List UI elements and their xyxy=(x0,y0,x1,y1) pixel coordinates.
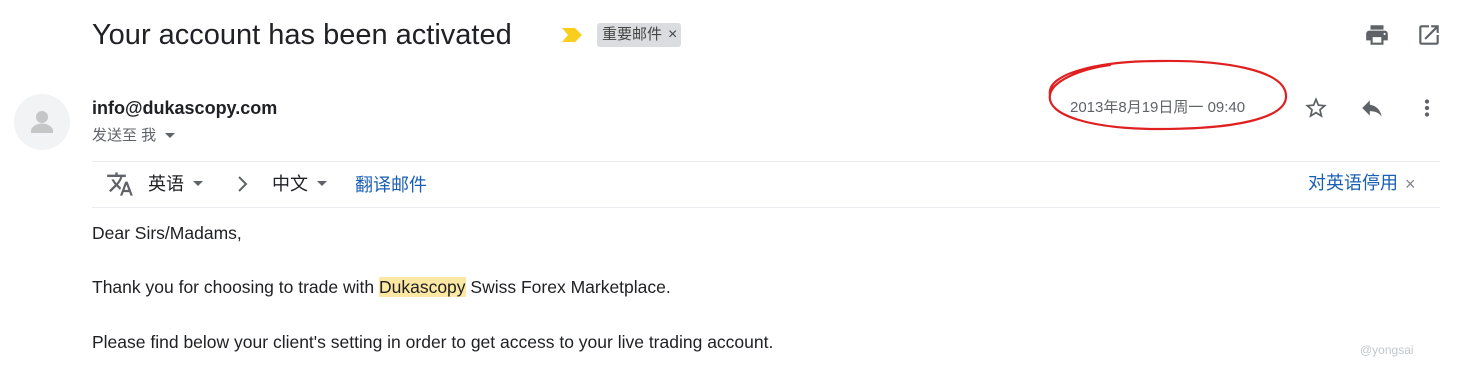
translate-icon xyxy=(107,172,133,196)
watermark: @yongsai xyxy=(1360,343,1414,357)
translate-message-link[interactable]: 翻译邮件 xyxy=(355,173,427,197)
print-icon[interactable] xyxy=(1364,22,1390,48)
body-paragraph-2: Please find below your client's setting … xyxy=(92,332,774,352)
recipient-details-toggle[interactable]: 发送至 我 xyxy=(92,125,176,147)
email-date: 2013年8月19日周一 09:40 xyxy=(1070,99,1246,116)
red-annotation-circle xyxy=(1048,59,1288,131)
chevron-down-icon xyxy=(165,133,176,138)
target-language-select[interactable]: 中文 xyxy=(272,172,328,196)
label-chip-text: 重要邮件 xyxy=(602,26,663,43)
source-language-label: 英语 xyxy=(148,174,184,194)
reply-icon[interactable] xyxy=(1359,95,1385,121)
avatar[interactable] xyxy=(14,94,70,150)
label-chip-important: 重要邮件 × xyxy=(597,23,682,47)
source-language-select[interactable]: 英语 xyxy=(148,172,204,196)
star-icon[interactable] xyxy=(1303,95,1329,121)
avatar-icon xyxy=(31,111,53,133)
open-in-new-window-icon[interactable] xyxy=(1416,22,1442,48)
close-translate-bar-button[interactable]: × xyxy=(1405,174,1416,194)
body-paragraph-1: Thank you for choosing to trade with Duk… xyxy=(92,275,671,299)
body-text: Swiss Forex Marketplace. xyxy=(465,277,671,297)
divider-top xyxy=(92,161,1440,162)
chevron-down-icon xyxy=(193,181,203,186)
turn-off-translation-link[interactable]: 对英语停用 xyxy=(1308,171,1398,195)
divider-bottom xyxy=(92,207,1440,208)
sender-email[interactable]: info@dukascopy.com xyxy=(92,96,277,120)
body-text: Thank you for choosing to trade with xyxy=(92,277,379,297)
recipient-text: 发送至 我 xyxy=(92,127,157,144)
more-vert-icon[interactable] xyxy=(1414,95,1440,121)
important-marker-icon[interactable] xyxy=(560,26,584,44)
chevron-right-icon xyxy=(238,176,248,192)
chevron-down-icon xyxy=(317,181,327,186)
highlighted-search-term: Dukascopy xyxy=(378,277,466,297)
email-subject: Your account has been activated xyxy=(92,19,512,51)
body-greeting: Dear Sirs/Madams, xyxy=(92,223,242,243)
target-language-label: 中文 xyxy=(272,174,308,194)
remove-label-button[interactable]: × xyxy=(668,23,677,47)
